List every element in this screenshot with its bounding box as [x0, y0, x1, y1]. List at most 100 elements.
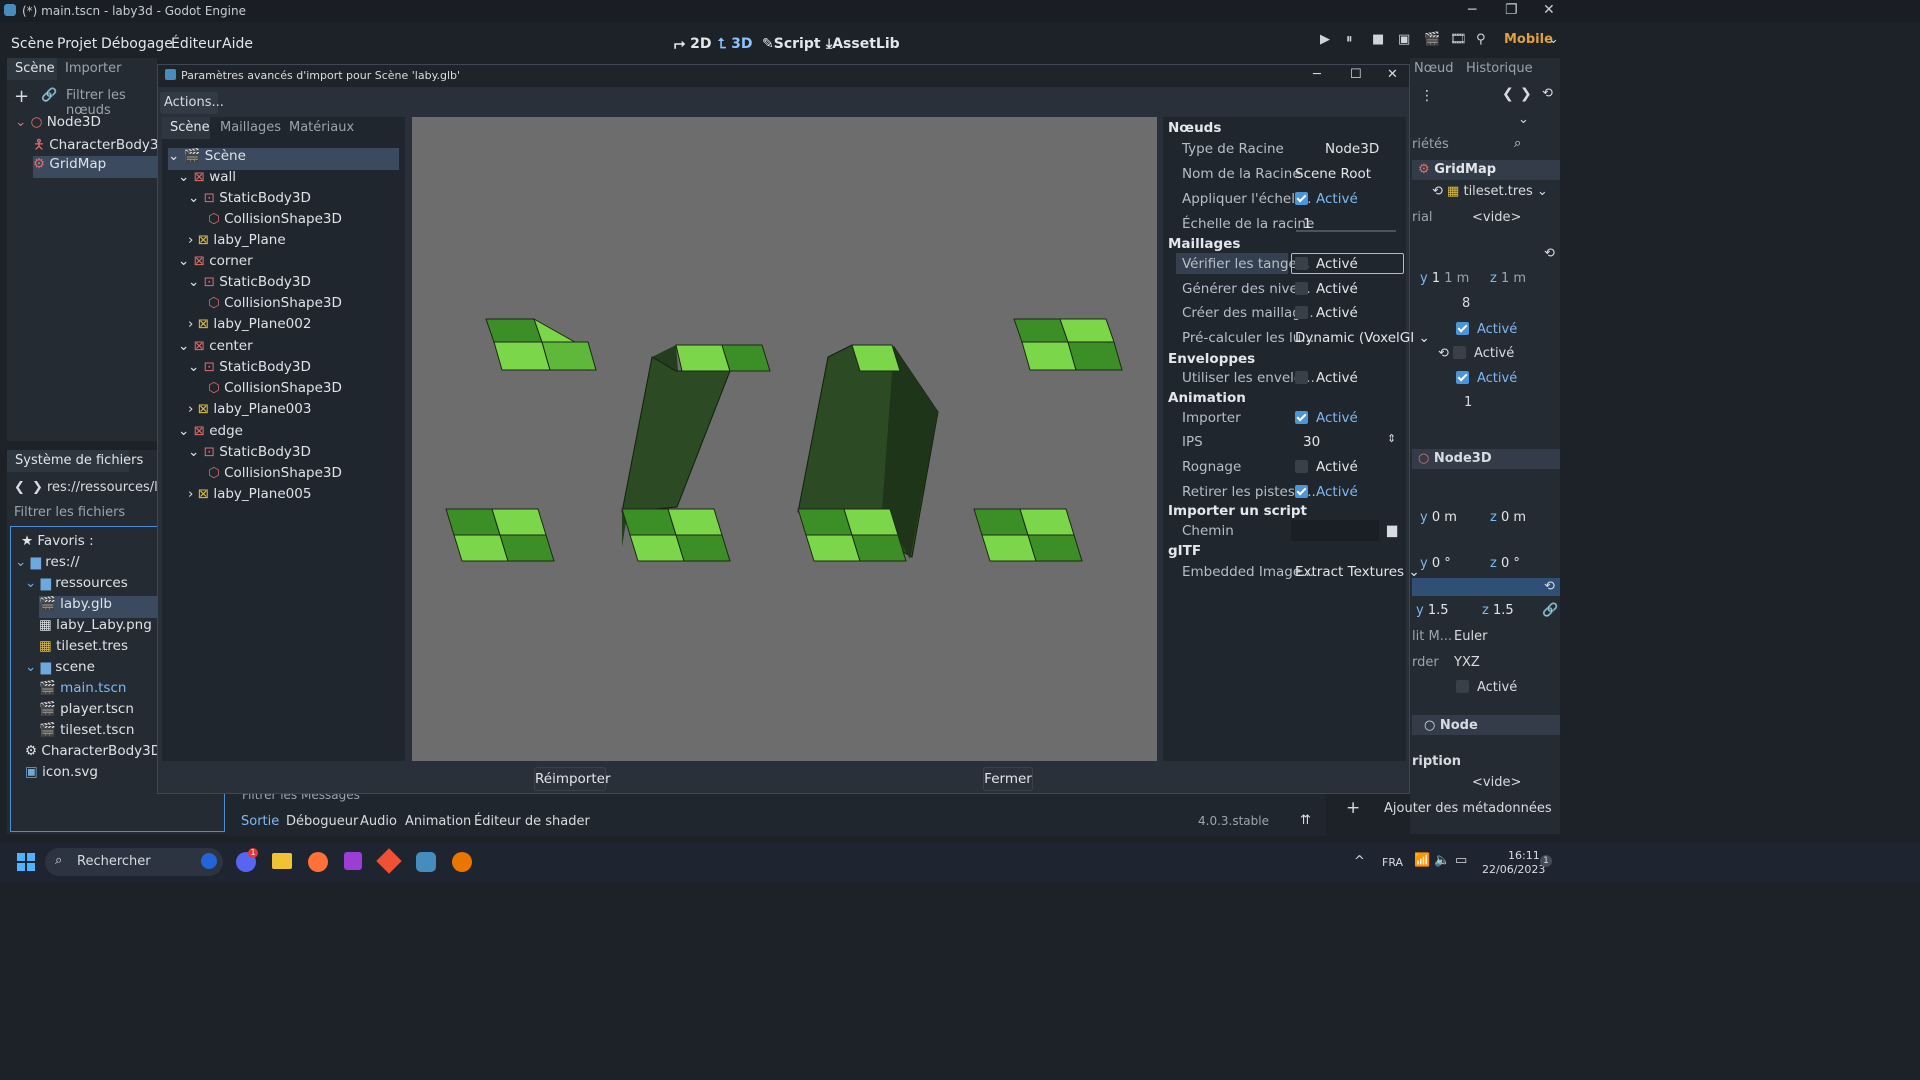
tab-output[interactable]: Sortie — [241, 814, 279, 829]
fps-value[interactable]: 30 — [1303, 434, 1320, 450]
embedded-image-select[interactable]: Extract Textures ⌄ — [1295, 564, 1420, 580]
actions-menu[interactable]: Actions... — [164, 95, 224, 110]
import-animation-toggle[interactable]: Activé — [1295, 410, 1358, 426]
windows-start-icon[interactable] — [17, 853, 35, 871]
add-node-icon[interactable]: + — [14, 86, 29, 107]
history-back-icon[interactable]: ❮ — [1502, 86, 1514, 102]
history-forward-icon[interactable]: ❯ — [1520, 86, 1532, 102]
firefox-icon[interactable] — [308, 852, 328, 872]
taskbar-search[interactable]: ⌕ Rechercher — [45, 848, 223, 876]
tree-collisionshape[interactable]: ⬡ CollisionShape3D — [208, 380, 342, 402]
tab-debugger[interactable]: Débogueur — [286, 814, 358, 829]
ensure-tangents-toggle[interactable]: Activé — [1295, 256, 1358, 272]
tray-chevron-icon[interactable]: ^ — [1354, 854, 1365, 869]
maximize-icon[interactable]: ❐ — [1505, 2, 1518, 18]
scale-y[interactable]: y 1.5 — [1416, 603, 1449, 618]
create-shadow-meshes-toggle[interactable]: Activé — [1295, 305, 1358, 321]
remove-immutable-tracks-toggle[interactable]: Activé — [1295, 484, 1358, 500]
tree-collisionshape[interactable]: ⬡ CollisionShape3D — [208, 211, 342, 233]
rotation-z[interactable]: z 0 ° — [1490, 556, 1520, 571]
folder-ressources[interactable]: ⌄ ▆ ressources — [25, 575, 128, 597]
tab-shader-editor[interactable]: Éditeur de shader — [474, 814, 590, 829]
rotation-y[interactable]: y 0 ° — [1420, 556, 1451, 571]
tree-edge[interactable]: ⌄ ⊠ edge — [178, 423, 243, 445]
close-icon[interactable]: ✕ — [1543, 2, 1555, 18]
file-laby-glb[interactable]: 🎬 laby.glb — [39, 596, 164, 618]
volume-icon[interactable]: 🔈 — [1434, 853, 1450, 868]
pause-icon[interactable]: ⏸ — [1346, 32, 1353, 47]
back-icon[interactable]: ❮ — [14, 480, 25, 495]
movie-icon[interactable]: ⚲ — [1476, 32, 1486, 47]
menu-scene[interactable]: Scène — [11, 36, 54, 52]
tree-collisionshape[interactable]: ⬡ CollisionShape3D — [208, 465, 342, 487]
top-level-toggle[interactable]: Activé — [1456, 680, 1517, 695]
menu-help[interactable]: Aide — [222, 36, 253, 52]
tree-staticbody[interactable]: ⌄ ⊡ StaticBody3D — [188, 444, 311, 466]
remote-icon[interactable]: ▣ — [1398, 32, 1410, 47]
menu-dots-icon[interactable]: ⋮ — [1420, 88, 1434, 104]
tree-mesh[interactable]: › ⊠ laby_Plane005 — [188, 486, 311, 508]
menu-debug[interactable]: Débogage — [101, 36, 173, 52]
tab-audio[interactable]: Audio — [360, 814, 397, 829]
tree-staticbody[interactable]: ⌄ ⊡ StaticBody3D — [188, 274, 311, 296]
root-name-value[interactable]: Scene Root — [1295, 166, 1371, 182]
add-metadata-button[interactable]: Ajouter des métadonnées — [1384, 801, 1552, 816]
workspace-assetlib[interactable]: ⤓AssetLib — [826, 36, 900, 52]
workspace-script[interactable]: ✎Script — [762, 36, 821, 52]
play-scene-icon[interactable]: 🎬 — [1424, 32, 1440, 47]
refresh-icon[interactable]: ⟲ — [1542, 86, 1553, 101]
blender-icon[interactable] — [452, 852, 472, 872]
tree-node-gridmap[interactable]: ⚙ GridMap — [33, 156, 157, 178]
folder-scene[interactable]: ⌄ ▆ scene — [25, 659, 95, 681]
favorites[interactable]: ★ Favoris : — [21, 533, 94, 555]
minimize-icon[interactable]: ─ — [1468, 2, 1476, 18]
close-icon[interactable]: ✕ — [1387, 67, 1398, 82]
tab-dialog-scene[interactable]: Scène — [170, 120, 210, 135]
tab-meshes[interactable]: Maillages — [220, 120, 281, 135]
stop-icon[interactable]: ■ — [1372, 32, 1384, 47]
scale-z[interactable]: z 1.5 — [1482, 603, 1514, 618]
center-y-toggle[interactable]: ⟲ Activé — [1438, 346, 1514, 361]
material-value[interactable]: <vide> — [1472, 210, 1521, 225]
octant-size[interactable]: 8 — [1462, 296, 1470, 311]
light-baking-select[interactable]: Dynamic (VoxelGI ⌄ — [1295, 330, 1430, 346]
revert-icon[interactable]: ⟲ — [1544, 579, 1555, 594]
workspace-3d[interactable]: ⮤ 3D — [718, 36, 753, 52]
tree-scene-root[interactable]: ⌄ 🎬 Scène — [168, 148, 399, 170]
workspace-2d[interactable]: ⮣ 2D — [674, 36, 711, 52]
center-z-toggle[interactable]: Activé — [1456, 371, 1517, 386]
tab-import[interactable]: Importer — [65, 61, 122, 76]
script-path-field[interactable] — [1291, 520, 1379, 541]
root-scale-slider[interactable] — [1296, 230, 1396, 232]
link-icon[interactable]: 🔗 — [1542, 603, 1558, 618]
reimport-button[interactable]: Réimporter — [534, 767, 611, 791]
tab-history[interactable]: Historique — [1466, 61, 1533, 76]
tree-node-characterbody[interactable]: 🯅 CharacterBody3D — [33, 135, 169, 157]
tree-mesh[interactable]: › ⊠ laby_Plane003 — [188, 401, 311, 423]
cell-size-z[interactable]: z 1 m — [1490, 271, 1526, 286]
close-button[interactable]: Fermer — [983, 767, 1033, 791]
folder-icon[interactable]: ▆ — [1387, 523, 1397, 538]
trimming-toggle[interactable]: Activé — [1295, 459, 1358, 475]
explorer-icon[interactable] — [272, 853, 292, 869]
battery-icon[interactable]: ▭ — [1455, 853, 1467, 868]
property-search-input[interactable]: riétés — [1412, 137, 1449, 152]
file-player-tscn[interactable]: 🎬 player.tscn — [39, 701, 134, 723]
godot-taskbar-icon[interactable] — [416, 852, 436, 872]
cell-scale[interactable]: 1 — [1464, 395, 1472, 410]
menu-project[interactable]: Projet — [57, 36, 97, 52]
file-tileset-tres[interactable]: ▦ tileset.tres — [39, 638, 128, 660]
rotation-order-select[interactable]: YXZ — [1454, 655, 1480, 670]
chevron-down-icon[interactable]: ⌄ — [1548, 32, 1559, 47]
maximize-icon[interactable]: ☐ — [1350, 67, 1362, 82]
tab-node[interactable]: Nœud — [1414, 61, 1454, 76]
jetbrains-icon[interactable] — [344, 852, 362, 870]
revert-icon[interactable]: ⟲ — [1544, 246, 1555, 261]
language-indicator[interactable]: FRA — [1382, 856, 1403, 869]
menu-editor[interactable]: Éditeur — [171, 36, 221, 52]
wifi-icon[interactable]: 📶 — [1414, 853, 1430, 868]
renderer-select[interactable]: Mobile — [1504, 32, 1553, 47]
file-main-tscn[interactable]: 🎬 main.tscn — [39, 680, 126, 702]
tree-mesh[interactable]: › ⊠ laby_Plane002 — [188, 316, 311, 338]
tree-center[interactable]: ⌄ ⊠ center — [178, 338, 253, 360]
